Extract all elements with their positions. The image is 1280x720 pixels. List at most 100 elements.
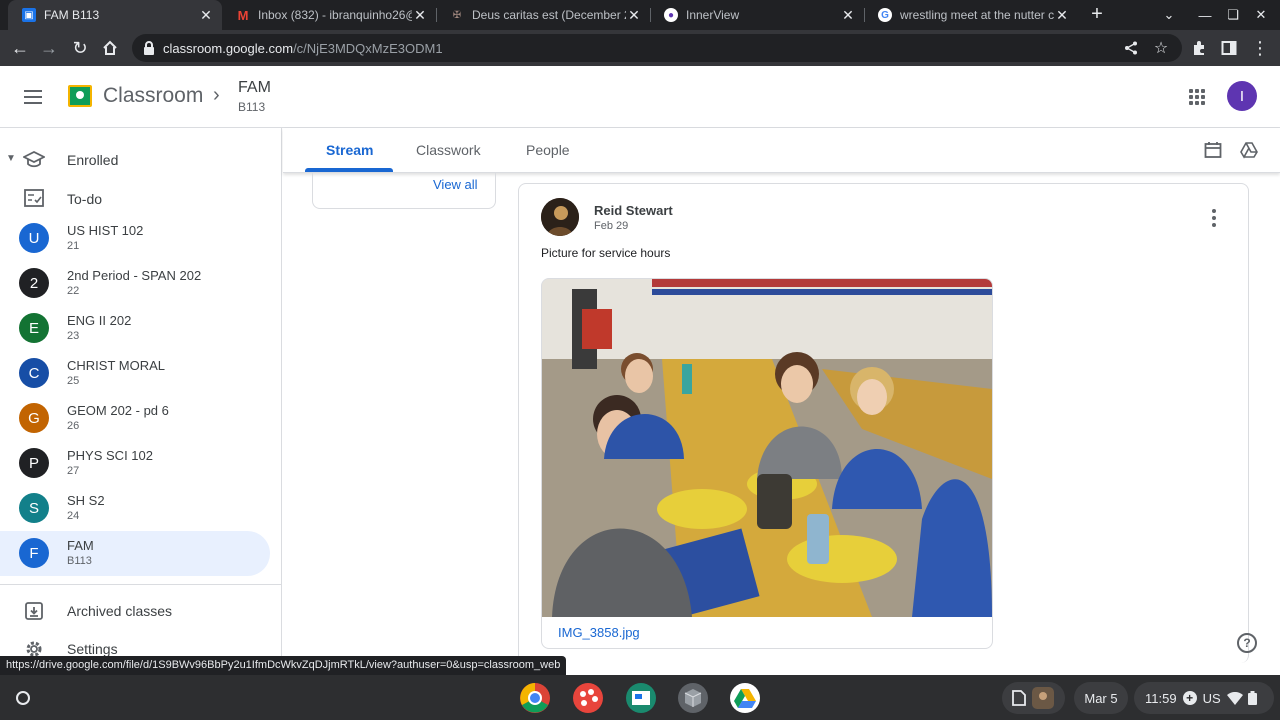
more-options-icon[interactable] <box>1207 208 1221 228</box>
back-arrow-icon[interactable]: ← <box>7 35 33 61</box>
attachment-photo[interactable] <box>542 279 992 617</box>
minimize-icon[interactable]: — <box>1192 0 1218 30</box>
classroom-app-icon[interactable] <box>625 682 657 714</box>
sidebar-course-span-202[interactable]: 2 2nd Period - SPAN 202 22 <box>0 261 270 306</box>
close-tab-icon[interactable]: ✕ <box>1054 7 1070 24</box>
date-tray[interactable]: Mar 5 <box>1074 682 1128 714</box>
tab-title: InnerView <box>686 8 740 22</box>
sidebar-course-phys-sci-102[interactable]: P PHYS SCI 102 27 <box>0 441 270 486</box>
sidebar-item-enrolled[interactable]: ▼ Enrolled <box>0 146 270 174</box>
app-name[interactable]: Classroom <box>103 84 203 108</box>
lock-icon <box>144 41 154 55</box>
close-tab-icon[interactable]: ✕ <box>626 7 642 24</box>
side-panel-icon[interactable] <box>1216 35 1242 61</box>
new-tab-plus-icon[interactable]: + <box>1087 3 1107 27</box>
extensions-puzzle-icon[interactable] <box>1186 35 1212 61</box>
sidebar-divider <box>0 584 281 585</box>
sidebar-course-fam[interactable]: F FAM B113 <box>0 531 270 576</box>
file-icon <box>1012 690 1026 706</box>
date-text: Mar 5 <box>1084 690 1118 706</box>
sidebar-item-todo[interactable]: To-do <box>0 184 270 212</box>
sidebar-item-label: Settings <box>67 641 118 656</box>
add-circle-icon: + <box>1182 691 1197 705</box>
post-author: Reid Stewart <box>594 203 673 218</box>
course-avatar: C <box>19 358 49 388</box>
bookmark-star-icon[interactable]: ☆ <box>1152 39 1170 57</box>
status-bar-url: https://drive.google.com/file/d/1S9BWv96… <box>0 656 567 675</box>
chrome-app-icon[interactable] <box>519 682 551 714</box>
post-date[interactable]: Feb 29 <box>594 220 628 232</box>
sidebar-course-us-hist-102[interactable]: U US HIST 102 21 <box>0 216 270 261</box>
main-menu-icon[interactable] <box>24 90 42 104</box>
browser-tab-innerview[interactable]: ● InnerView ✕ <box>650 0 864 30</box>
author-avatar[interactable] <box>541 198 579 236</box>
browser-tab-inbox[interactable]: M Inbox (832) - ibranquinho26@ ✕ <box>222 0 436 30</box>
classroom-logo-icon[interactable] <box>68 85 92 107</box>
sidebar-item-archived[interactable]: Archived classes <box>0 597 270 625</box>
sidebar-item-label: To-do <box>67 191 103 207</box>
canvas-paint-app-icon[interactable] <box>572 682 604 714</box>
sidebar-item-label: Enrolled <box>67 152 119 168</box>
url-host: classroom.google.com <box>163 41 294 56</box>
course-section: B113 <box>67 555 92 567</box>
share-icon[interactable] <box>1122 39 1140 57</box>
image-attachment[interactable]: IMG_3858.jpg <box>541 278 993 649</box>
address-bar[interactable]: classroom.google.com/c/NjE3MDQxMzE3ODM1 … <box>132 34 1182 62</box>
home-icon[interactable] <box>97 35 123 61</box>
todo-checklist-icon <box>22 186 46 210</box>
breadcrumb-chevron-icon: › <box>213 84 220 106</box>
course-name: SH S2 <box>67 493 105 508</box>
google-drive-app-icon[interactable] <box>729 682 761 714</box>
attachment-filename[interactable]: IMG_3858.jpg <box>558 625 640 640</box>
sidebar-course-christ-moral[interactable]: C CHRIST MORAL 25 <box>0 351 270 396</box>
sidebar-item-settings[interactable]: Settings <box>0 635 270 656</box>
class-title[interactable]: FAM <box>238 79 271 97</box>
calendar-icon[interactable] <box>1204 141 1222 159</box>
course-avatar: F <box>19 538 49 568</box>
tab-classwork[interactable]: Classwork <box>416 142 481 158</box>
course-name: CHRIST MORAL <box>67 358 165 373</box>
browser-menu-icon[interactable]: ⋮ <box>1247 35 1273 61</box>
classroom-favicon-icon: ▣ <box>22 8 36 22</box>
tab-title: FAM B113 <box>44 8 100 22</box>
collapse-caret-icon[interactable]: ▼ <box>6 153 16 164</box>
course-section: 24 <box>67 510 80 522</box>
holding-space-tray[interactable] <box>1002 682 1065 714</box>
reload-icon[interactable]: ↻ <box>67 35 93 61</box>
course-avatar: P <box>19 448 49 478</box>
view-all-link[interactable]: View all <box>433 177 478 192</box>
tab-people[interactable]: People <box>526 142 570 158</box>
browser-toolbar: ← → ↻ classroom.google.com/c/NjE3MDQxMzE… <box>0 30 1280 66</box>
close-window-icon[interactable]: ✕ <box>1248 0 1274 30</box>
google-drive-icon[interactable] <box>1240 141 1258 159</box>
tab-stream[interactable]: Stream <box>326 142 373 158</box>
classroom-header: Classroom › FAM B113 I <box>0 66 1280 128</box>
course-section: 23 <box>67 330 80 342</box>
status-tray[interactable]: 11:59 + US <box>1134 682 1274 714</box>
wifi-icon <box>1226 691 1243 705</box>
close-tab-icon[interactable]: ✕ <box>412 7 428 24</box>
browser-tab-wrestling[interactable]: G wrestling meet at the nutter ce ✕ <box>864 0 1078 30</box>
tab-search-chevron-icon[interactable]: ⌄ <box>1156 0 1182 30</box>
forward-arrow-icon[interactable]: → <box>36 35 62 61</box>
browser-tab-fam[interactable]: ▣ FAM B113 ✕ <box>8 0 222 30</box>
sidebar-course-sh-s2[interactable]: S SH S2 24 <box>0 486 270 531</box>
google-favicon-icon: G <box>878 8 892 22</box>
cube-app-icon[interactable] <box>677 682 709 714</box>
sidebar-course-geom-202[interactable]: G GEOM 202 - pd 6 26 <box>0 396 270 441</box>
google-apps-icon[interactable] <box>1189 89 1205 105</box>
restore-window-icon[interactable]: ❏ <box>1220 0 1246 30</box>
sidebar-course-eng-ii-202[interactable]: E ENG II 202 23 <box>0 306 270 351</box>
browser-tab-deus-caritas[interactable]: ✠ Deus caritas est (December 25 ✕ <box>436 0 650 30</box>
close-tab-icon[interactable]: ✕ <box>198 7 214 24</box>
innerview-favicon-icon: ● <box>664 8 678 22</box>
course-avatar: S <box>19 493 49 523</box>
clock-time: 11:59 <box>1145 690 1177 706</box>
launcher-icon[interactable] <box>10 685 36 711</box>
close-tab-icon[interactable]: ✕ <box>840 7 856 24</box>
active-tab-indicator <box>305 168 393 172</box>
tab-title: Inbox (832) - ibranquinho26@ <box>258 8 412 22</box>
user-avatar[interactable]: I <box>1227 81 1257 111</box>
help-icon[interactable]: ? <box>1237 633 1257 653</box>
url-text: classroom.google.com/c/NjE3MDQxMzE3ODM1 <box>163 41 443 56</box>
